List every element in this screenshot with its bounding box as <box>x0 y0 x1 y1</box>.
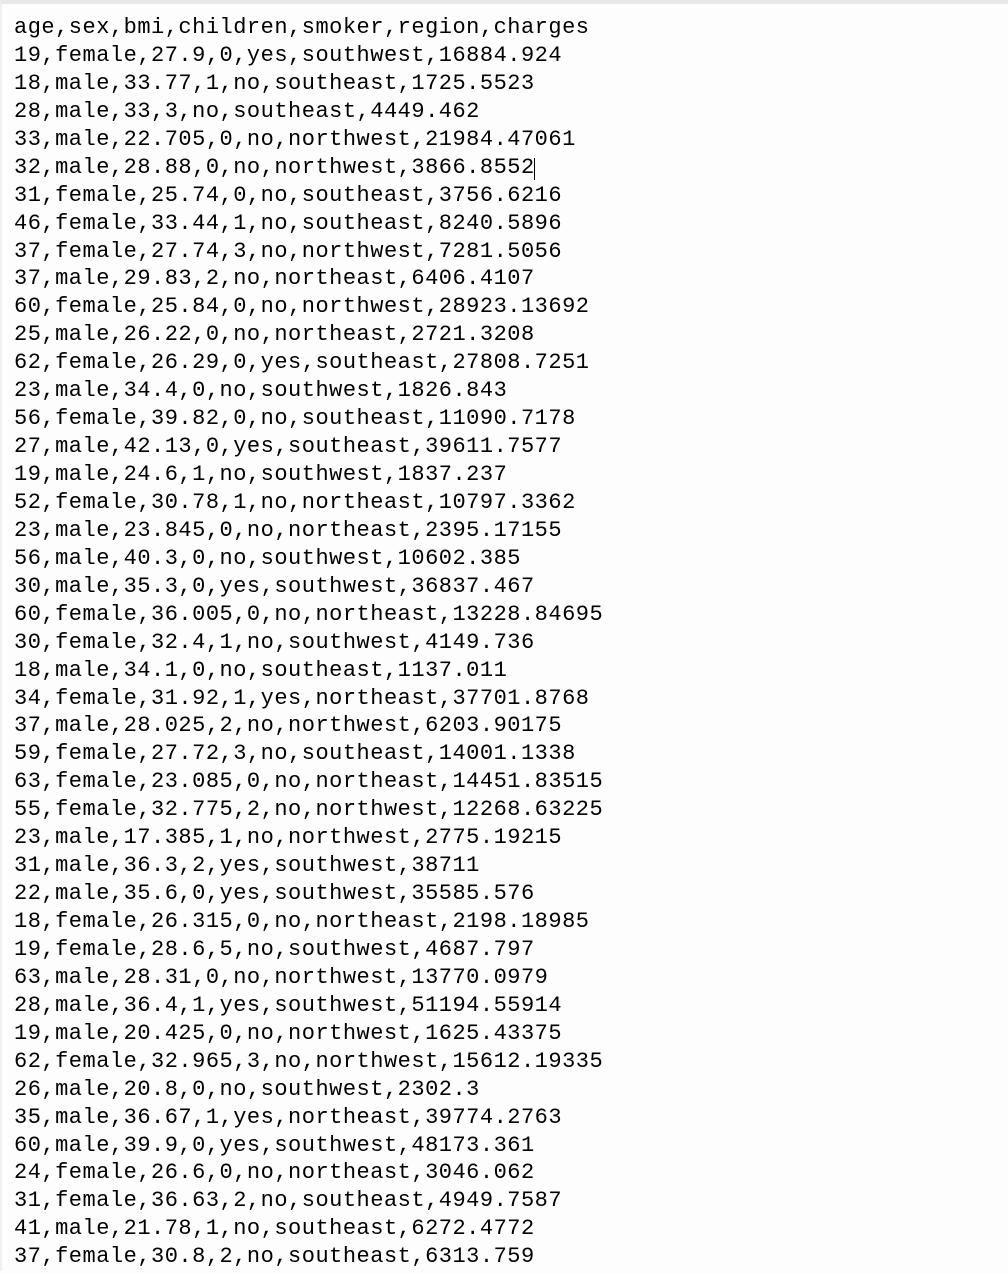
csv-text-content[interactable]: age,sex,bmi,children,smoker,region,charg… <box>14 14 1008 1271</box>
csv-rows-block: 19,female,27.9,0,yes,southwest,16884.924… <box>14 43 603 1269</box>
csv-header-line: age,sex,bmi,children,smoker,region,charg… <box>14 15 590 40</box>
text-cursor <box>534 158 535 180</box>
